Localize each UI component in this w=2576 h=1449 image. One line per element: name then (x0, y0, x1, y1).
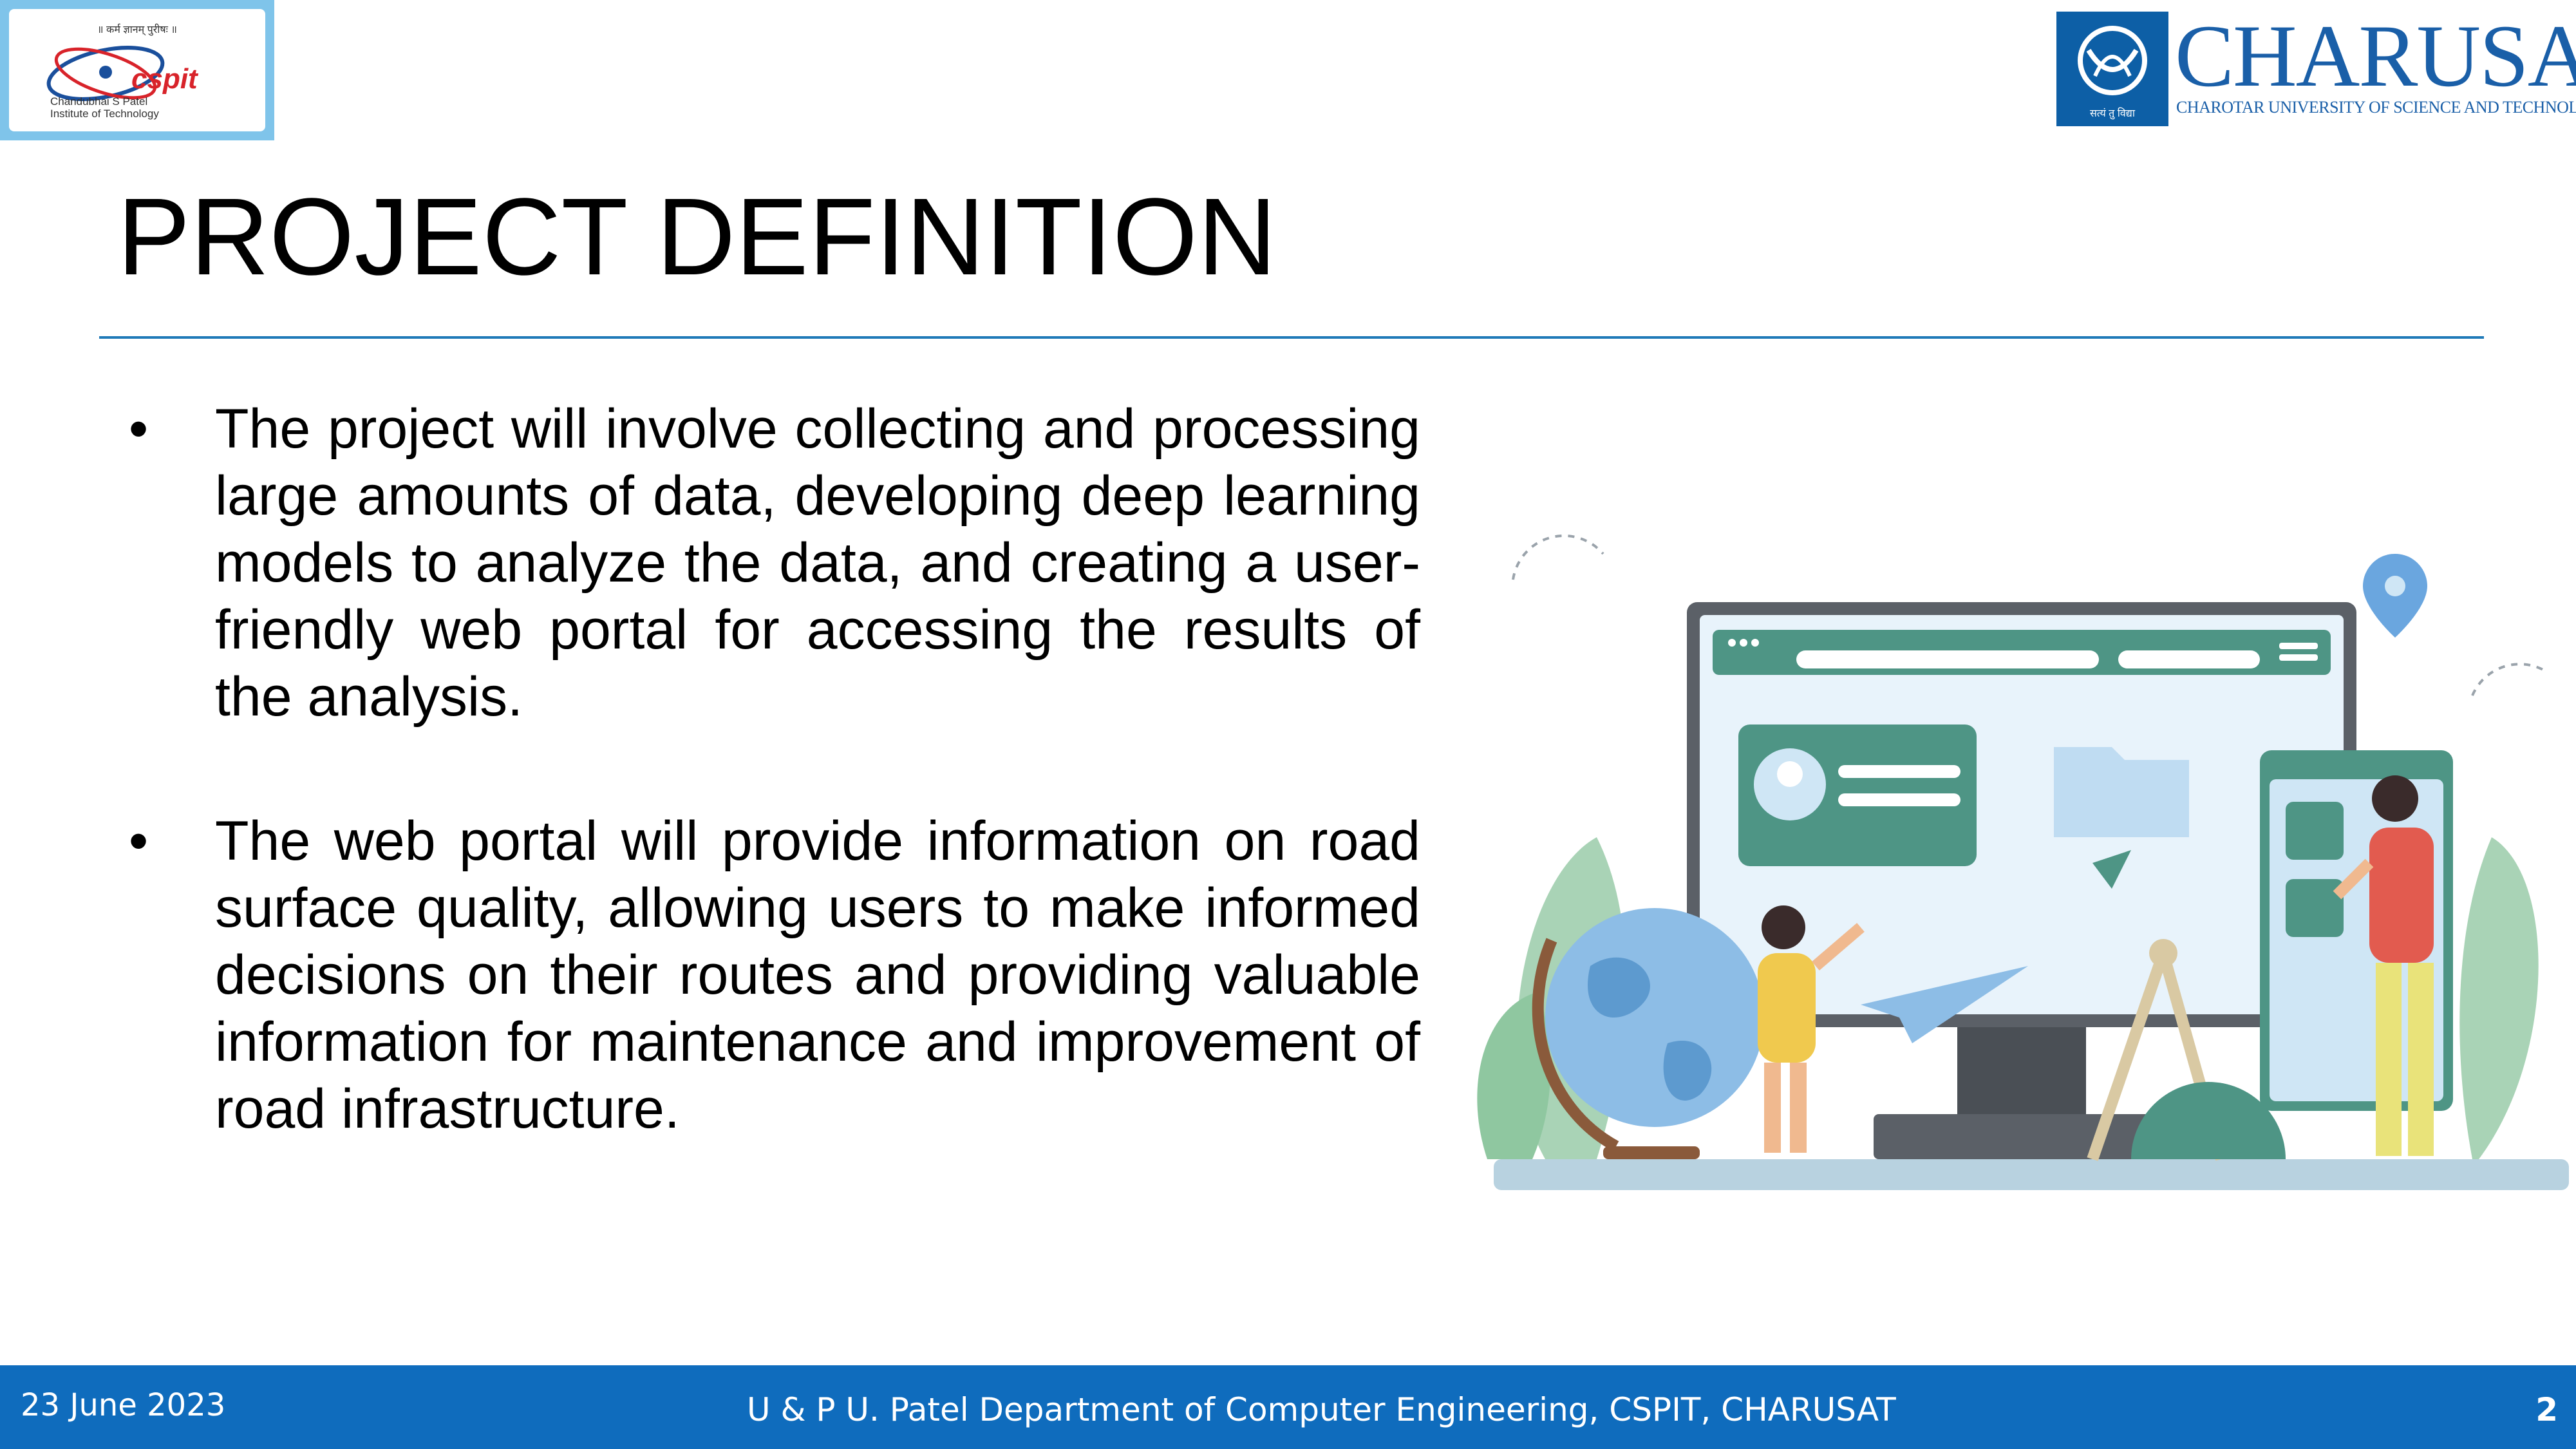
page-number: 2 (2535, 1391, 2558, 1428)
footer-date: 23 June 2023 (21, 1387, 226, 1423)
menu-icon (2279, 643, 2318, 649)
bullet-list: • The project will involve collecting an… (129, 395, 1420, 1220)
footer-department: U & P U. Patel Department of Computer En… (747, 1391, 1896, 1428)
bullet-marker: • (129, 810, 149, 872)
menu-icon (2279, 654, 2318, 661)
search-bar (2118, 650, 2260, 668)
cspit-institute-name: Chandubhai S Patel Institute of Technolo… (50, 95, 243, 120)
bullet-text: The project will involve collecting and … (215, 398, 1420, 728)
cspit-institute-line2: Institute of Technology (50, 108, 159, 120)
title-divider (99, 336, 2484, 339)
slide-title: PROJECT DEFINITION (117, 176, 1277, 298)
globe-icon (1545, 908, 1764, 1127)
bullet-item: • The web portal will provide informatio… (129, 808, 1420, 1142)
leaf-right (2459, 837, 2539, 1159)
charusat-emblem: सत्यं तु विद्या (2056, 12, 2168, 126)
web-portal-illustration (1477, 534, 2569, 1190)
browser-dot-icon (1728, 639, 1736, 647)
charusat-logo: सत्यं तु विद्या CHARUSAT CHAROTAR UNIVER… (2056, 8, 2576, 126)
monitor-base (1874, 1114, 2170, 1159)
cspit-institute-line1: Chandubhai S Patel (50, 95, 148, 108)
charusat-wordmark: CHARUSAT (2175, 6, 2576, 105)
address-bar (1796, 650, 2099, 668)
dashed-arc (1512, 534, 1604, 580)
footer-bar: 23 June 2023 U & P U. Patel Department o… (0, 1365, 2576, 1449)
charusat-motto: सत्यं तु विद्या (2089, 108, 2135, 119)
bullet-marker: • (129, 398, 149, 460)
charusat-full-name: CHAROTAR UNIVERSITY OF SCIENCE AND TECHN… (2176, 98, 2576, 117)
browser-dot-icon (1751, 639, 1759, 647)
bullet-item: • The project will involve collecting an… (129, 395, 1420, 730)
monitor-neck (1957, 1027, 2086, 1117)
dashed-arc (2471, 663, 2544, 696)
cspit-logo-card: ॥ कर्म ज्ञानम् पुरीषः ॥ cspit Chandubhai… (9, 9, 265, 131)
cspit-wordmark: cspit (131, 63, 198, 95)
browser-dot-icon (1740, 639, 1747, 647)
ground-strip (1494, 1159, 2569, 1190)
cspit-logo: ॥ कर्म ज्ञानम् पुरीषः ॥ cspit Chandubhai… (0, 0, 274, 140)
folder-icon (2054, 747, 2189, 837)
bullet-text: The web portal will provide information … (215, 810, 1420, 1140)
